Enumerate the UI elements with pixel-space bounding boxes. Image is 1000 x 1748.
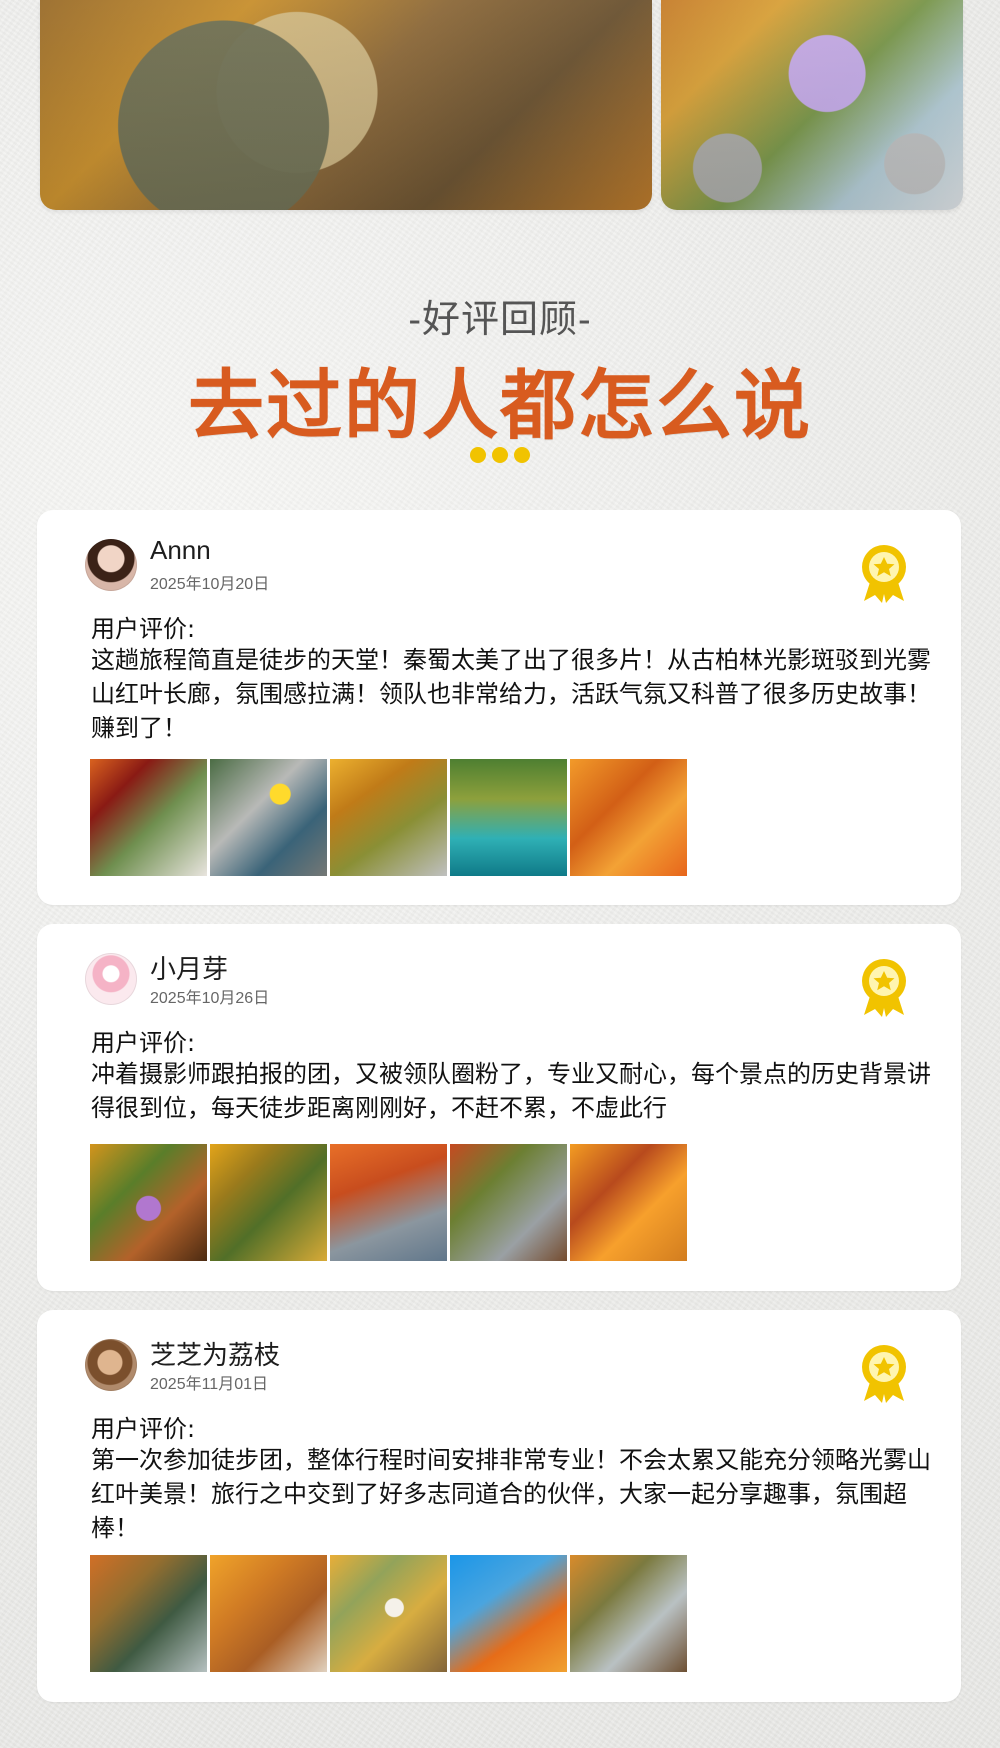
review-label: 用户评价: — [91, 1415, 196, 1443]
dot-1 — [470, 447, 486, 463]
review-photo[interactable] — [210, 1144, 327, 1261]
review-photo[interactable] — [450, 1144, 567, 1261]
review-date: 2025年10月26日 — [150, 990, 270, 1007]
review-card-2: 小月芽 2025年10月26日 用户评价: 冲着摄影师跟拍报的团，又被领队圈粉了… — [37, 924, 961, 1291]
award-badge-icon — [862, 545, 906, 603]
review-photo[interactable] — [330, 759, 447, 876]
dot-3 — [514, 447, 530, 463]
review-photo[interactable] — [330, 1144, 447, 1261]
review-date: 2025年10月20日 — [150, 576, 270, 593]
review-photo[interactable] — [570, 1144, 687, 1261]
review-photo[interactable] — [450, 1555, 567, 1672]
username: Annn — [150, 535, 211, 565]
review-page: -好评回顾- 去过的人都怎么说 Annn 2025年10月20日 用户评价: 这… — [0, 0, 1000, 1748]
review-date: 2025年11月01日 — [150, 1376, 269, 1393]
review-text: 冲着摄影师跟拍报的团，又被领队圈粉了，专业又耐心，每个景点的历史背景讲得很到位，… — [91, 1060, 931, 1122]
hero-photo-hiker-sitting — [40, 0, 652, 210]
section-title: 去过的人都怎么说 — [188, 361, 812, 450]
review-photo[interactable] — [450, 759, 567, 876]
review-photo[interactable] — [210, 759, 327, 876]
avatar — [85, 1339, 137, 1391]
review-label: 用户评价: — [91, 615, 196, 643]
review-photo[interactable] — [90, 759, 207, 876]
section-dots — [470, 447, 530, 463]
review-photos — [90, 1144, 687, 1261]
award-badge-icon — [862, 959, 906, 1017]
review-photo[interactable] — [570, 1555, 687, 1672]
hero-photo-hiker-waving — [661, 0, 963, 210]
award-badge-icon — [862, 1345, 906, 1403]
review-card-3: 芝芝为荔枝 2025年11月01日 用户评价: 第一次参加徒步团，整体行程时间安… — [37, 1310, 961, 1702]
review-photos — [90, 1555, 687, 1672]
username: 小月芽 — [150, 954, 229, 984]
review-photo[interactable] — [90, 1555, 207, 1672]
review-text: 第一次参加徒步团，整体行程时间安排非常专业！不会太累又能充分领略光雾山红叶美景！… — [91, 1446, 931, 1542]
review-photo[interactable] — [570, 759, 687, 876]
username: 芝芝为荔枝 — [150, 1340, 281, 1370]
review-label: 用户评价: — [91, 1029, 196, 1057]
review-photo[interactable] — [90, 1144, 207, 1261]
dot-2 — [492, 447, 508, 463]
avatar — [85, 953, 137, 1005]
avatar — [85, 539, 137, 591]
review-text: 这趟旅程简直是徒步的天堂！秦蜀太美了出了很多片！从古柏林光影斑驳到光雾山红叶长廊… — [91, 646, 931, 742]
section-subtitle: -好评回顾- — [408, 299, 592, 341]
review-card-1: Annn 2025年10月20日 用户评价: 这趟旅程简直是徒步的天堂！秦蜀太美… — [37, 510, 961, 905]
review-photo[interactable] — [330, 1555, 447, 1672]
review-photo[interactable] — [210, 1555, 327, 1672]
review-photos — [90, 759, 687, 876]
